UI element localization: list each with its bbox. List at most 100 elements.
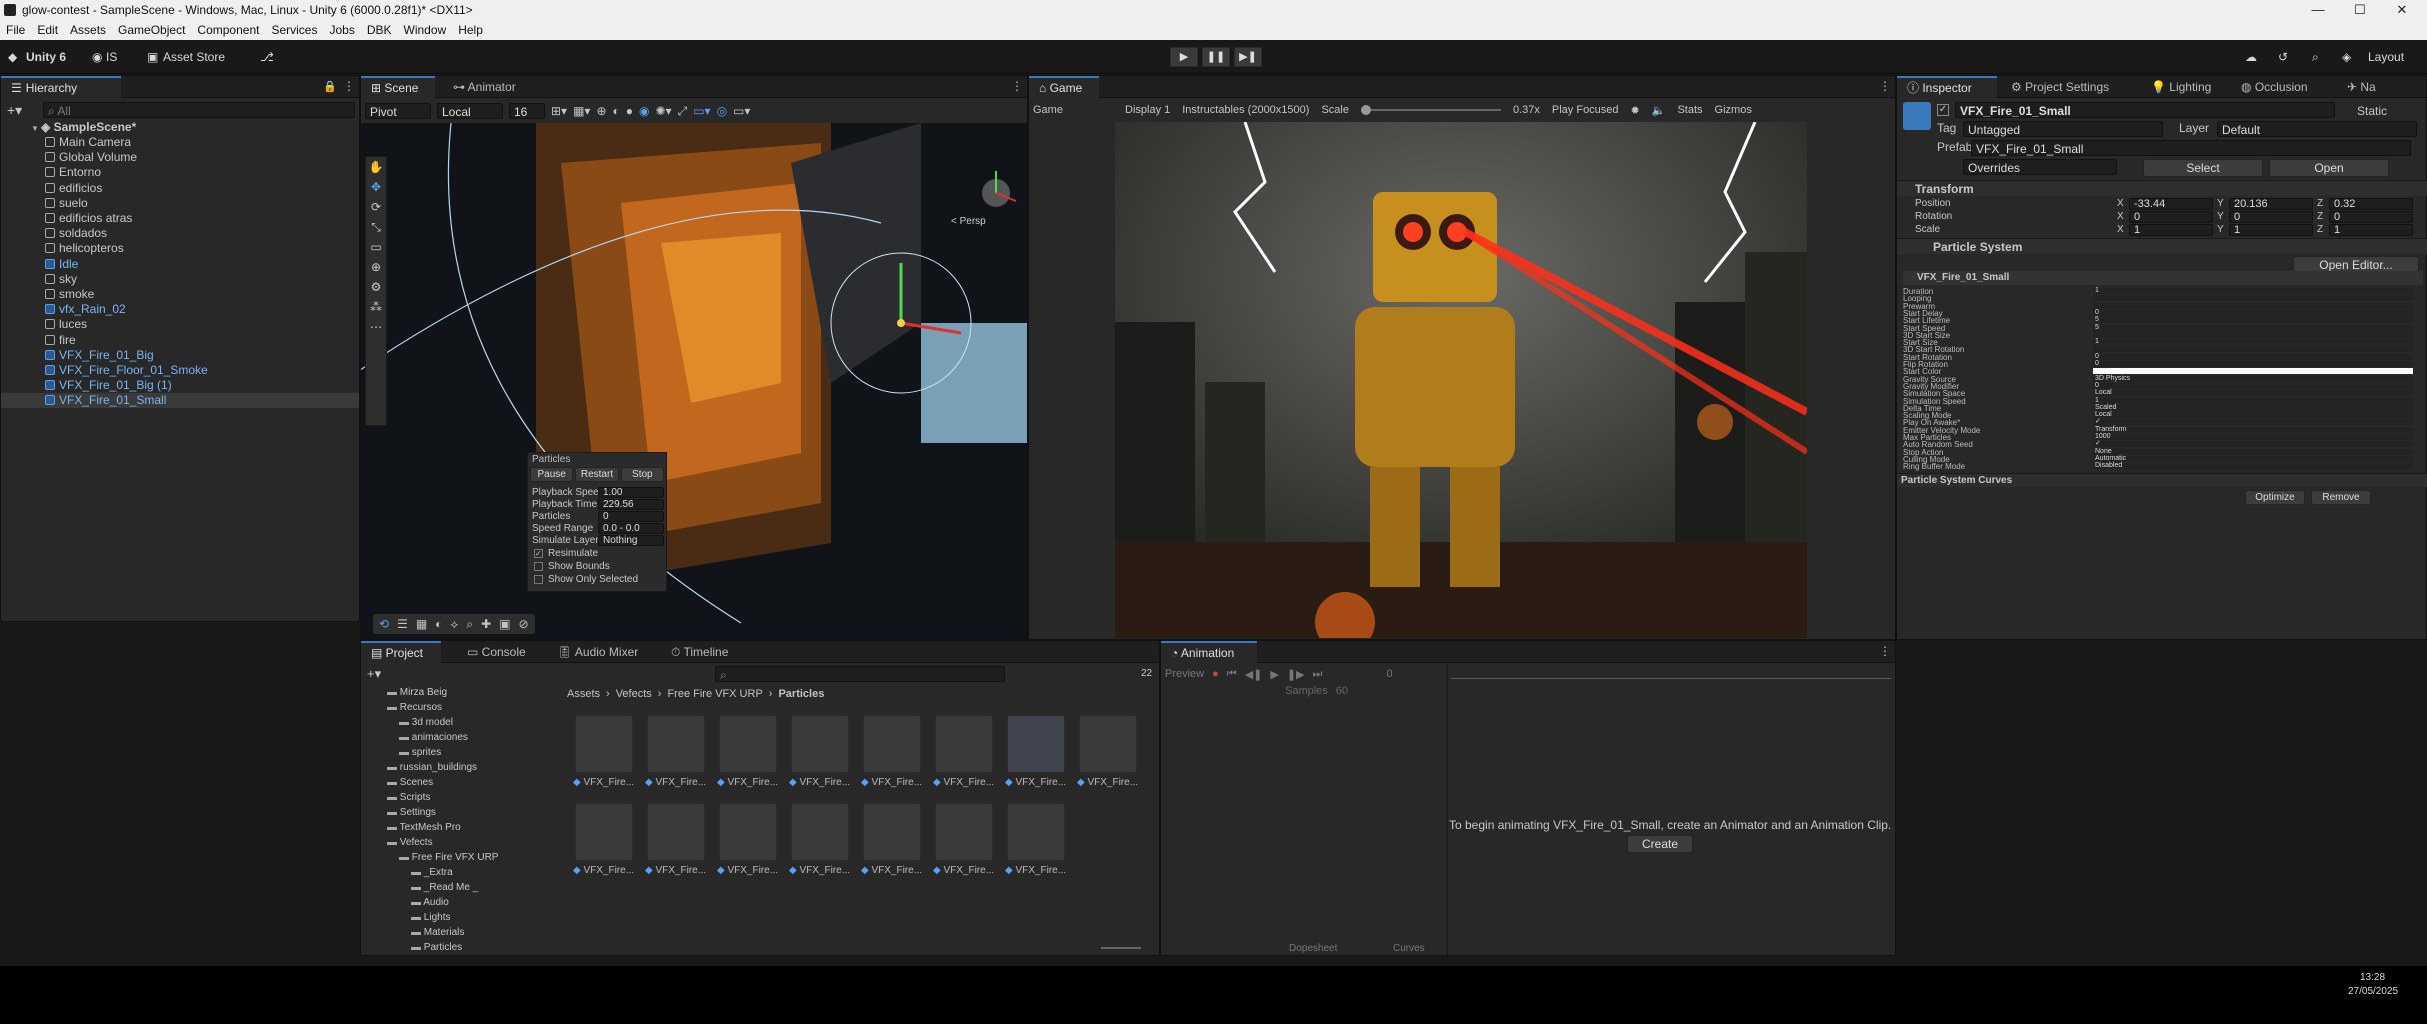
hierarchy-item[interactable]: helicopteros — [1, 241, 359, 256]
hierarchy-search-input[interactable]: ⌕ All — [43, 102, 355, 118]
project-folder[interactable]: ▬ _Extra — [411, 867, 453, 878]
account-icon[interactable]: ◉ — [92, 47, 102, 67]
overlay-checkbox[interactable] — [534, 562, 543, 571]
tab-game[interactable]: ⌂ Game — [1029, 76, 1099, 98]
snap-icon[interactable]: ⊞▾ — [551, 104, 567, 118]
project-search-input[interactable]: ⌕ — [715, 666, 1005, 682]
transform-scale-y[interactable]: 1 — [2229, 224, 2313, 236]
dopesheet-tab[interactable]: Dopesheet — [1289, 943, 1337, 954]
asset-store-button[interactable]: Asset Store — [163, 47, 225, 67]
overlay-checkbox[interactable]: ✓ — [534, 549, 543, 558]
camera-icon[interactable]: ▣ — [499, 617, 510, 631]
resolution-dropdown[interactable]: Instructables (2000x1500) — [1182, 104, 1309, 116]
menu-edit[interactable]: Edit — [31, 20, 64, 40]
next-key-icon[interactable]: ❚▶ — [1287, 668, 1305, 681]
menu-component[interactable]: Component — [191, 20, 265, 40]
hand-tool-icon[interactable]: ✋ — [366, 157, 386, 177]
search-icon[interactable]: ⌕ — [2312, 47, 2319, 67]
camera-icon[interactable]: ▭▾ — [693, 104, 710, 118]
asset-thumbnail[interactable] — [719, 803, 777, 861]
add-button[interactable]: +▾ — [367, 666, 381, 682]
asset-label[interactable]: ◆ VFX_Fire... — [861, 777, 922, 788]
overrides-dropdown[interactable]: Overrides — [1963, 159, 2117, 175]
restart-particles-button[interactable]: Restart — [575, 467, 619, 482]
asset-thumbnail[interactable] — [719, 715, 777, 773]
bug-icon[interactable]: ✹ — [1631, 104, 1640, 117]
asset-label[interactable]: ◆ VFX_Fire... — [573, 777, 634, 788]
shade-icon[interactable]: ◐ — [435, 617, 442, 631]
menu-services[interactable]: Services — [265, 20, 323, 40]
thumbnail-size-slider[interactable] — [1101, 947, 1141, 949]
record-icon[interactable]: ● — [1212, 668, 1219, 680]
ps-row-value[interactable]: 0 — [2093, 309, 2413, 316]
ps-row-value[interactable]: Transform — [2093, 426, 2413, 433]
breadcrumb-free-fire[interactable]: Free Fire VFX URP — [667, 688, 762, 700]
gizmos-button[interactable]: Gizmos — [1715, 104, 1752, 116]
snap-icon[interactable]: ⟡ — [450, 617, 458, 632]
tab-timeline[interactable]: ⏱ Timeline — [661, 641, 738, 663]
cloud-icon[interactable]: ☁ — [2245, 47, 2257, 67]
project-folder[interactable]: ▬ animaciones — [399, 732, 468, 743]
gizmos-icon[interactable]: ▭▾ — [733, 104, 750, 118]
maximize-button[interactable]: ☐ — [2337, 0, 2383, 20]
asset-thumbnail[interactable] — [1007, 803, 1065, 861]
ps-row-value[interactable]: ✓ — [2093, 418, 2413, 426]
ps-row-value[interactable]: Disabled — [2093, 462, 2413, 470]
more-icon[interactable]: ⋮ — [1879, 79, 1891, 93]
pause-button[interactable]: ❚❚ — [1202, 47, 1230, 67]
project-folder[interactable]: ▬ Vefects — [387, 837, 433, 848]
hierarchy-item[interactable]: Global Volume — [1, 150, 359, 165]
menu-help[interactable]: Help — [452, 20, 489, 40]
tag-dropdown[interactable]: Untagged — [1963, 121, 2163, 137]
move-tool-icon[interactable]: ✥ — [366, 177, 386, 197]
stats-button[interactable]: Stats — [1677, 104, 1702, 116]
transform-tool-icon[interactable]: ⊕ — [366, 257, 386, 277]
asset-label[interactable]: ◆ VFX_Fire... — [1077, 777, 1138, 788]
project-folder[interactable]: ▬ Scenes — [387, 777, 433, 788]
asset-thumbnail[interactable] — [1079, 715, 1137, 773]
tab-console[interactable]: ▭ Console — [457, 641, 536, 663]
grid-size-field[interactable]: 16 — [509, 103, 545, 119]
last-key-icon[interactable]: ⏭ — [1313, 668, 1323, 681]
layer-dropdown[interactable]: Default — [2217, 121, 2417, 137]
prefab-select-button[interactable]: Select — [2143, 159, 2263, 177]
create-animation-button[interactable]: Create — [1627, 835, 1693, 853]
project-folder[interactable]: ▬ russian_buildings — [387, 762, 477, 773]
layers-icon[interactable]: ◈ — [2342, 47, 2351, 67]
game-viewport[interactable] — [1115, 122, 1807, 638]
orbit-icon[interactable]: ⟲ — [379, 617, 389, 631]
ps-row-value[interactable]: 1 — [2093, 397, 2413, 404]
ps-row-value[interactable]: Scaled — [2093, 404, 2413, 411]
more-icon[interactable]: ⋮ — [1879, 644, 1891, 658]
ps-row-value[interactable]: 3D Physics — [2093, 375, 2413, 382]
samples-field[interactable]: 60 — [1336, 685, 1348, 697]
prefab-field[interactable]: VFX_Fire_01_Small — [1971, 140, 2411, 156]
history-icon[interactable]: ↺ — [2278, 47, 2288, 67]
hierarchy-item[interactable]: VFX_Fire_Floor_01_Smoke — [1, 363, 359, 378]
asset-label[interactable]: ◆ VFX_Fire... — [1005, 777, 1066, 788]
ps-row-value[interactable]: 1000 — [2093, 433, 2413, 440]
project-folder[interactable]: ▬ Particles — [411, 942, 462, 953]
hierarchy-item[interactable]: VFX_Fire_01_Big (1) — [1, 378, 359, 393]
ps-row-value[interactable] — [2093, 331, 2413, 338]
menu-assets[interactable]: Assets — [64, 20, 112, 40]
tab-audio-mixer[interactable]: 🎚 Audio Mixer — [547, 641, 648, 663]
tab-animation[interactable]: ◔ Animation — [1161, 641, 1257, 663]
optimize-button[interactable]: Optimize — [2245, 490, 2305, 505]
ps-row-value[interactable]: 1 — [2093, 338, 2413, 346]
remove-button[interactable]: Remove — [2311, 490, 2371, 505]
prev-key-icon[interactable]: ◀❚ — [1245, 668, 1263, 681]
module-header[interactable]: VFX_Fire_01_Small — [1903, 271, 2423, 285]
account-button[interactable]: IS — [106, 47, 117, 67]
version-control-icon[interactable]: ⎇ — [260, 47, 274, 67]
first-key-icon[interactable]: ⏮ — [1227, 668, 1237, 681]
project-folder[interactable]: ▬ sprites — [399, 747, 441, 758]
project-folder[interactable]: ▬ Recursos — [387, 702, 442, 713]
transform-scale-z[interactable]: 1 — [2329, 224, 2413, 236]
ps-row-value[interactable]: 5 — [2093, 324, 2413, 331]
scale-slider-handle[interactable] — [1360, 105, 1371, 115]
hierarchy-item[interactable]: suelo — [1, 196, 359, 211]
transform-rotation-x[interactable]: 0 — [2129, 211, 2213, 223]
hierarchy-item[interactable]: smoke — [1, 287, 359, 302]
curves-tab[interactable]: Curves — [1393, 943, 1425, 954]
